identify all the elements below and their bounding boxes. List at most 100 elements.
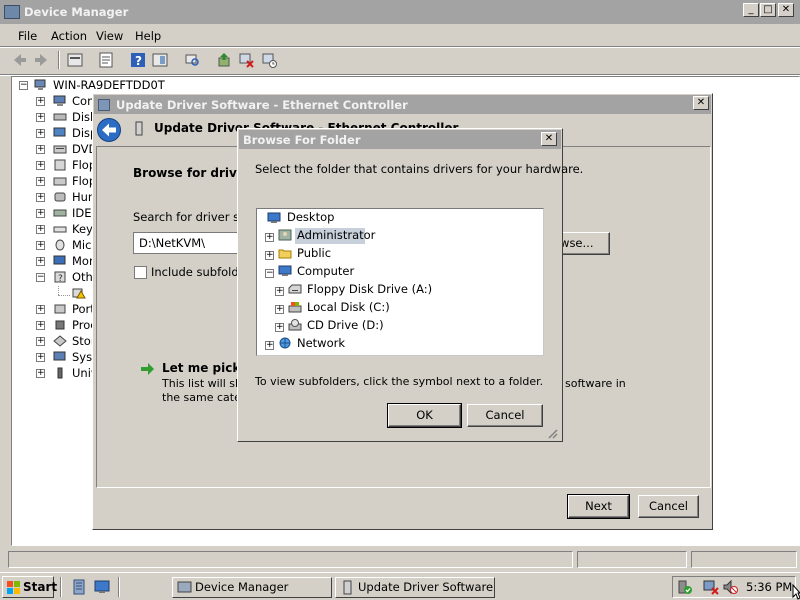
tree-item-desktop[interactable]: Desktop: [287, 209, 334, 225]
scan-hardware-icon[interactable]: [184, 52, 200, 68]
resize-grip-icon[interactable]: [546, 427, 558, 439]
tree-item-network[interactable]: Network: [297, 335, 345, 351]
expand-toggle[interactable]: +: [36, 353, 45, 362]
volume-muted-icon[interactable]: [722, 579, 738, 595]
toolbar: ?: [0, 48, 800, 74]
expand-toggle[interactable]: +: [36, 193, 45, 202]
expand-toggle[interactable]: +: [36, 241, 45, 250]
show-hide-icon[interactable]: [152, 52, 168, 68]
up-level-icon[interactable]: [67, 52, 83, 68]
expand-toggle[interactable]: +: [275, 323, 284, 332]
expand-toggle[interactable]: +: [36, 321, 45, 330]
browse-folder-title: Browse For Folder: [243, 132, 361, 147]
task-update-driver[interactable]: Update Driver Software ...: [335, 577, 495, 598]
expand-toggle[interactable]: +: [265, 251, 274, 260]
update-driver-icon[interactable]: [216, 52, 232, 68]
tree-item-administrator[interactable]: Administrator: [297, 227, 375, 243]
expand-toggle[interactable]: +: [36, 305, 45, 314]
svg-text:?: ?: [58, 274, 63, 283]
status-panel-secondary: [577, 551, 687, 568]
device-manager-task-icon: [177, 581, 192, 593]
update-driver-close-button[interactable]: ✕: [693, 96, 709, 110]
properties-icon[interactable]: [98, 52, 114, 68]
security-shield-icon[interactable]: [677, 579, 693, 595]
floppy-drive-icon: [53, 177, 67, 186]
uninstall-icon[interactable]: [238, 52, 254, 68]
root-collapse-toggle[interactable]: −: [19, 81, 28, 90]
expand-toggle[interactable]: +: [36, 337, 45, 346]
ide-controller-icon: [53, 209, 67, 217]
update-driver-task-icon: [343, 580, 352, 595]
expand-toggle[interactable]: +: [36, 113, 45, 122]
tree-item-floppy[interactable]: Floppy Disk Drive (A:): [307, 281, 432, 297]
close-button[interactable]: ✕: [778, 3, 794, 17]
computer-icon: [34, 79, 46, 90]
browse-folder-titlebar[interactable]: Browse For Folder: [239, 130, 561, 149]
maximize-button[interactable]: □: [760, 3, 776, 17]
category-ide[interactable]: IDE: [72, 205, 92, 221]
category-other-devices[interactable]: Oth: [72, 269, 93, 285]
display-adapter-icon: [53, 127, 66, 137]
back-arrow-icon[interactable]: [12, 52, 28, 68]
update-driver-title: Update Driver Software - Ethernet Contro…: [116, 97, 408, 112]
expand-toggle[interactable]: +: [36, 97, 45, 106]
expand-toggle[interactable]: +: [36, 129, 45, 138]
network-status-icon[interactable]: [703, 579, 719, 595]
expand-toggle[interactable]: +: [36, 257, 45, 266]
device-manager-titlebar[interactable]: Device Manager: [0, 0, 800, 24]
next-button-label: Next: [585, 499, 612, 513]
clock[interactable]: 5:36 PM: [746, 580, 792, 594]
svg-text:?: ?: [135, 54, 142, 68]
wizard-cancel-button[interactable]: Cancel: [638, 495, 699, 518]
menu-action[interactable]: Action: [51, 29, 87, 43]
collapse-toggle[interactable]: −: [265, 269, 274, 278]
show-desktop-quicklaunch-icon[interactable]: [94, 579, 110, 595]
menu-file[interactable]: File: [18, 29, 37, 43]
browse-folder-close-button[interactable]: ✕: [541, 132, 557, 146]
task-device-manager[interactable]: Device Manager: [172, 577, 332, 598]
ok-button[interactable]: OK: [387, 403, 462, 428]
expand-toggle[interactable]: +: [275, 305, 284, 314]
browse-cancel-button[interactable]: Cancel: [467, 404, 543, 427]
tree-connector-line: [58, 286, 59, 295]
task-update-driver-label: Update Driver Software ...: [358, 580, 495, 594]
server-manager-quicklaunch-icon[interactable]: [71, 579, 87, 595]
help-icon[interactable]: ?: [130, 52, 146, 68]
browse-cancel-label: Cancel: [485, 408, 525, 422]
include-subfolders-checkbox[interactable]: [134, 266, 147, 279]
tree-item-computer[interactable]: Computer: [297, 263, 354, 279]
category-keyboards[interactable]: Key: [72, 221, 93, 237]
expand-toggle[interactable]: +: [36, 209, 45, 218]
collapse-toggle[interactable]: −: [36, 273, 45, 282]
driver-path-input[interactable]: D:\NetKVM\: [133, 232, 243, 254]
root-node-label[interactable]: WIN-RA9DEFTDD0T: [53, 77, 165, 93]
expand-toggle[interactable]: +: [265, 233, 274, 242]
menu-view[interactable]: View: [96, 29, 123, 43]
app-icon: [4, 5, 20, 19]
warning-device-icon[interactable]: [72, 287, 86, 299]
expand-toggle[interactable]: +: [275, 287, 284, 296]
hardware-device-icon: [135, 121, 143, 136]
tree-item-local-disk[interactable]: Local Disk (C:): [307, 299, 390, 315]
computer-icon: [278, 265, 292, 276]
start-button[interactable]: Start: [2, 576, 57, 598]
search-label: Search for driver sof: [133, 210, 251, 224]
expand-toggle[interactable]: +: [36, 161, 45, 170]
update-driver-titlebar[interactable]: Update Driver Software - Ethernet Contro…: [94, 95, 711, 114]
status-bar: [0, 548, 800, 570]
back-button-icon[interactable]: [96, 117, 122, 143]
tree-item-public[interactable]: Public: [297, 245, 331, 261]
forward-arrow-icon[interactable]: [33, 52, 49, 68]
expand-toggle[interactable]: +: [36, 177, 45, 186]
pick-description-tail: software in: [565, 377, 626, 390]
expand-toggle[interactable]: +: [36, 225, 45, 234]
enable-device-icon[interactable]: [261, 52, 277, 68]
expand-toggle[interactable]: +: [36, 145, 45, 154]
menu-help[interactable]: Help: [135, 29, 161, 43]
minimize-button[interactable]: _: [743, 3, 759, 17]
next-button[interactable]: Next: [567, 494, 630, 519]
tree-item-cd-drive[interactable]: CD Drive (D:): [307, 317, 384, 333]
include-subfolders-label[interactable]: Include subfolde: [151, 265, 246, 279]
expand-toggle[interactable]: +: [36, 369, 45, 378]
expand-toggle[interactable]: +: [265, 341, 274, 350]
